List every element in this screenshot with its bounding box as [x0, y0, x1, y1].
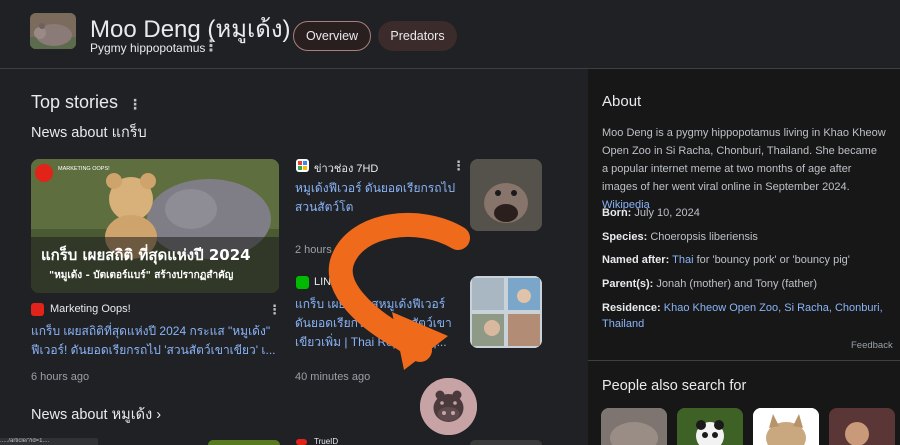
- story2-thumbnail[interactable]: [470, 159, 542, 231]
- tab-predators[interactable]: Predators: [378, 21, 457, 51]
- story2-menu-icon[interactable]: ⋮: [452, 158, 465, 174]
- story3-thumbnail[interactable]: [470, 276, 542, 348]
- featured-story-title[interactable]: แกร็บ เผยสถิติที่สุดแห่งปี 2024 กระแส "ห…: [31, 322, 281, 360]
- image-caption-line1: แกร็บ เผยสถิติ ที่สุดแห่งปี 2024: [41, 244, 251, 265]
- featured-source: Marketing Oops!: [50, 303, 131, 315]
- hippo-face-icon[interactable]: [420, 378, 477, 435]
- people-thumb-4[interactable]: [829, 408, 895, 445]
- divider: [588, 360, 900, 361]
- next-source: TrueID: [314, 437, 339, 445]
- next-thumbnail[interactable]: [470, 440, 542, 445]
- people-thumb-3[interactable]: [753, 408, 819, 445]
- about-description: Moo Deng is a pygmy hippopotamus living …: [602, 127, 886, 211]
- image-caption-line2: "หมูเด้ง - บัตเตอร์แบร์" สร้างปรากฏสำคัญ: [49, 269, 234, 282]
- fact-named-after: Named after: Thai for 'bouncy pork' or '…: [602, 254, 850, 266]
- fact-residence: Residence: Khao Kheow Open Zoo, Si Racha…: [602, 302, 883, 330]
- story2-title[interactable]: หมูเด้งฟีเวอร์ ดันยอดเรียกรถไป สวนสัตว์โ…: [295, 179, 460, 217]
- featured-story-image[interactable]: MARKETING OOPS! แกร็บ เผยสถิติ ที่สุดแห่…: [31, 159, 279, 293]
- people-thumb-2[interactable]: [677, 408, 743, 445]
- story2-age: 2 hours ago: [295, 244, 354, 256]
- line-favicon: [296, 276, 309, 289]
- story3-source: LINE: [314, 276, 339, 288]
- about-heading: About: [602, 93, 642, 110]
- chevron-right-icon: ›: [156, 407, 162, 423]
- top-stories-heading: Top stories: [31, 92, 119, 112]
- page-subtitle: Pygmy hippopotamus: [90, 41, 206, 55]
- tab-overview[interactable]: Overview: [293, 21, 371, 51]
- next-story-image[interactable]: [208, 440, 280, 445]
- thai-link[interactable]: Thai: [672, 254, 693, 266]
- people-also-search-heading: People also search for: [602, 378, 747, 394]
- fact-parents: Parent(s): Jonah (mother) and Tony (fath…: [602, 278, 818, 290]
- image-brand: MARKETING OOPS!: [58, 166, 110, 172]
- trueid-favicon: [296, 439, 307, 445]
- featured-menu-icon[interactable]: ⋮: [268, 302, 281, 318]
- feedback-link[interactable]: Feedback: [851, 340, 893, 351]
- featured-age: 6 hours ago: [31, 371, 90, 383]
- story3-age: 40 minutes ago: [295, 371, 371, 383]
- status-url: ...../article/?id=1....: [0, 438, 98, 445]
- news-about-heading[interactable]: News about แกร็บ: [31, 121, 147, 144]
- fact-born: Born: July 10, 2024: [602, 207, 700, 219]
- avatar[interactable]: [30, 13, 76, 49]
- more-options-icon[interactable]: ⋮: [203, 39, 219, 55]
- story3-title[interactable]: แกร็บ เผยสถิติ สหมูเด้งฟีเวอร์ ดันยอดเรี…: [295, 295, 460, 352]
- top-stories-menu-icon[interactable]: ⋮: [128, 96, 142, 112]
- people-thumb-1[interactable]: [601, 408, 667, 445]
- marketing-oops-favicon: [31, 303, 44, 316]
- fact-species: Species: Choeropsis liberiensis: [602, 231, 758, 243]
- ch7-favicon: [296, 159, 309, 172]
- news-about-heading-2[interactable]: News about หมูเด้ง ›: [31, 403, 161, 426]
- story2-source: ข่าวช่อง 7HD: [314, 163, 379, 175]
